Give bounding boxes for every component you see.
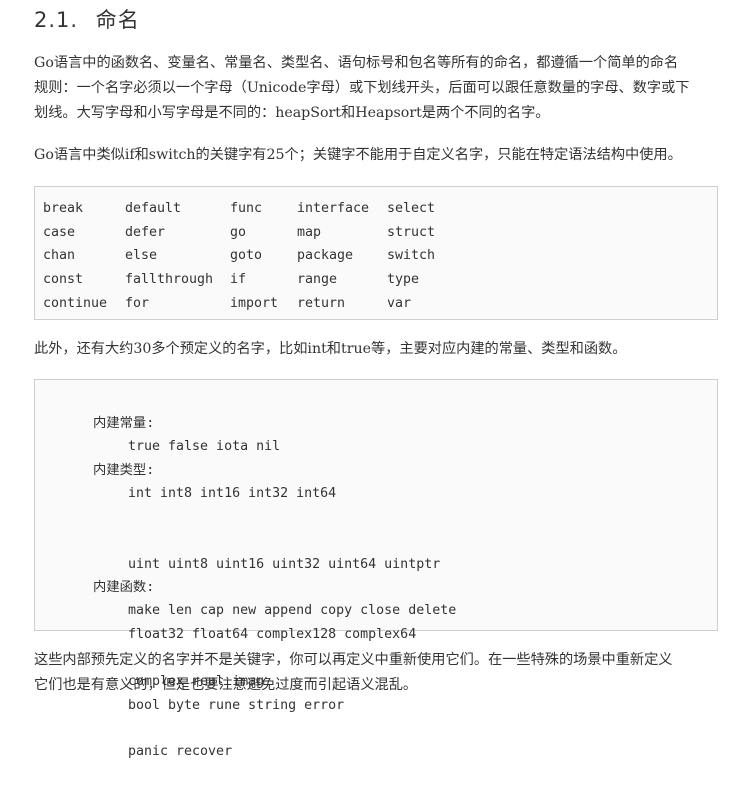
- keyword-cell: type: [387, 272, 420, 288]
- keyword-row: break default func interface select: [43, 197, 467, 221]
- keyword-row: chan else goto package switch: [43, 244, 467, 268]
- keywords-intro-paragraph: Go语言中类似if和switch的关键字有25个；关键字不能用于自定义名字，只能…: [34, 147, 682, 163]
- code-line: panic recover: [128, 744, 233, 759]
- keyword-cell: switch: [387, 248, 436, 264]
- keyword-cell: break: [43, 201, 84, 217]
- keyword-cell: if: [230, 272, 247, 288]
- keywords-code-block: break default func interface select case defer…: [34, 186, 718, 320]
- section-title: 命名: [95, 8, 140, 32]
- closing-line: 这些内部预先定义的名字并不是关键字，你可以再定义中重新使用它们。在一些特殊的场景…: [34, 652, 673, 668]
- keyword-cell: go: [230, 224, 247, 240]
- keyword-cell: const: [43, 272, 84, 288]
- keyword-cell: range: [297, 272, 338, 288]
- keyword-cell: goto: [230, 248, 263, 264]
- keyword-cell: for: [125, 295, 150, 311]
- types-group: 内建类型: int int8 int16 int32 int64 uint ui…: [45, 435, 440, 713]
- predeclared-intro-paragraph: 此外，还有大约30多个预定义的名字，比如int和true等，主要对应内建的常量、…: [34, 341, 627, 357]
- keyword-cell: interface: [297, 201, 370, 217]
- keyword-row: const fallthrough if range type: [43, 268, 467, 292]
- keyword-cell: func: [230, 201, 263, 217]
- section-heading: 2.1. 命名: [34, 4, 140, 34]
- keyword-cell: return: [297, 295, 346, 311]
- keyword-cell: struct: [387, 224, 436, 240]
- intro-line: 规则：一个名字必须以一个字母（Unicode字母）或下划线开头，后面可以跟任意数…: [34, 80, 690, 96]
- keywords-table: break default func interface select case defer…: [43, 197, 467, 315]
- intro-line: Go语言中的函数名、变量名、常量名、类型名、语句标号和包名等所有的命名，都遵循一…: [34, 55, 679, 71]
- keyword-cell: package: [297, 248, 354, 264]
- keyword-cell: import: [230, 295, 279, 311]
- keyword-cell: select: [387, 201, 436, 217]
- keyword-row: continue for import return var: [43, 291, 467, 315]
- keyword-cell: case: [43, 224, 76, 240]
- document-page: 2.1. 命名 Go语言中的函数名、变量名、常量名、类型名、语句标号和包名等所有…: [0, 0, 752, 759]
- functions-group: 内建函数: make len cap new append copy close…: [45, 552, 456, 760]
- intro-line: 划线。大写字母和小写字母是不同的：heapSort和Heapsort是两个不同的…: [34, 105, 550, 121]
- closing-line: 它们也是有意义的，但是也要注意避免过度而引起语义混乱。: [34, 677, 418, 693]
- keyword-cell: else: [125, 248, 158, 264]
- keyword-cell: fallthrough: [125, 272, 214, 288]
- predeclared-code-block: 内建常量: true false iota nil 内建类型: int int8…: [34, 379, 718, 759]
- section-number: 2.1.: [34, 8, 79, 32]
- intro-paragraph: Go语言中的函数名、变量名、常量名、类型名、语句标号和包名等所有的命名，都遵循一…: [34, 51, 724, 126]
- keyword-cell: var: [387, 295, 412, 311]
- keyword-cell: default: [125, 201, 182, 217]
- keyword-row: case defer go map struct: [43, 221, 467, 245]
- code-line: int int8 int16 int32 int64: [128, 486, 337, 501]
- closing-paragraph: 这些内部预先定义的名字并不是关键字，你可以再定义中重新使用它们。在一些特殊的场景…: [34, 648, 724, 698]
- code-line: make len cap new append copy close delet…: [128, 603, 457, 618]
- keyword-cell: defer: [125, 224, 166, 240]
- keyword-cell: chan: [43, 248, 76, 264]
- keyword-cell: map: [297, 224, 322, 240]
- keyword-cell: continue: [43, 295, 108, 311]
